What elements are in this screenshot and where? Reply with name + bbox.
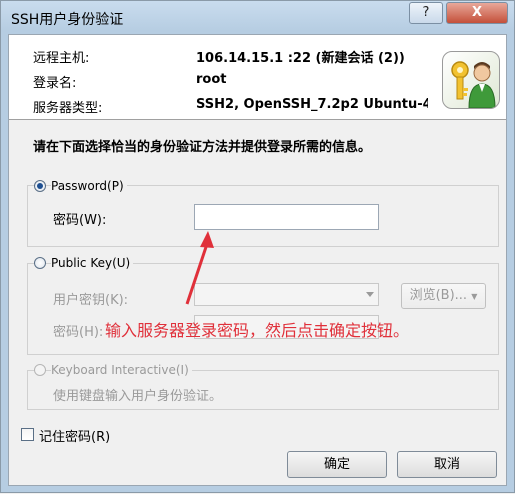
ssh-auth-dialog: SSH用户身份验证 ? X 远程主机: 106.14.15.1 :22 (新建会… — [0, 0, 515, 493]
annotation-text: 输入服务器登录密码，然后点击确定按钮。 — [105, 321, 410, 340]
annotation-arrow — [185, 231, 214, 305]
